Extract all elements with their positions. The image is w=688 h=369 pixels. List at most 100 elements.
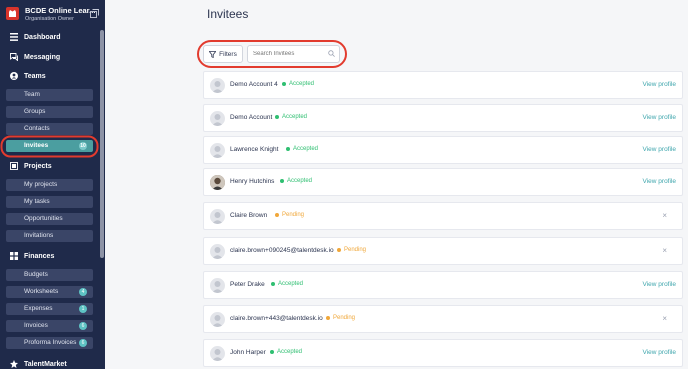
sidebar-item-worksheets[interactable]: Worksheets 4 [6, 286, 93, 298]
search-icon[interactable] [328, 50, 335, 57]
search-input[interactable] [247, 45, 340, 63]
sidebar-item-label: Opportunities [24, 215, 63, 222]
sidebar-item-label: Budgets [24, 271, 48, 278]
nav-messaging-label: Messaging [24, 53, 61, 61]
sidebar-item-team[interactable]: Team [6, 89, 93, 101]
status-badge: Pending [326, 315, 355, 321]
filter-icon [209, 50, 217, 58]
avatar [210, 346, 225, 361]
invitee-row: Henry Hutchins Accepted View profile [203, 168, 683, 196]
sidebar-item-label: Proforma Invoices [24, 339, 77, 346]
sidebar-item-my-projects[interactable]: My projects [6, 179, 93, 191]
page-title: Invitees [207, 7, 249, 21]
sidebar-item-proforma-invoices[interactable]: Proforma Invoices 6 [6, 337, 93, 349]
status-badge: Accepted [271, 281, 303, 287]
invitee-row: Demo Account 4 Accepted View profile [203, 71, 683, 99]
invitee-row: Lawrence Knight Accepted View profile [203, 136, 683, 164]
nav-projects[interactable]: Projects [10, 162, 52, 170]
status-badge: Accepted [270, 349, 302, 355]
sidebar-item-groups[interactable]: Groups [6, 106, 93, 118]
nav-teams[interactable]: Teams [10, 72, 46, 80]
avatar [210, 209, 225, 224]
nav-talentmarket[interactable]: TalentMarket [10, 360, 67, 368]
count-badge: 6 [79, 339, 87, 347]
status-badge: Accepted [280, 178, 312, 184]
nav-teams-label: Teams [24, 72, 46, 80]
nav-projects-label: Projects [24, 162, 52, 170]
invitee-name: Peter Drake [230, 281, 265, 288]
status-badge: Pending [337, 247, 366, 253]
avatar [210, 312, 225, 327]
status-badge: Pending [275, 212, 304, 218]
avatar [210, 111, 225, 126]
sidebar-item-my-tasks[interactable]: My tasks [6, 196, 93, 208]
filters-label: Filters [219, 50, 237, 58]
view-profile-link[interactable]: View profile [643, 349, 676, 356]
org-name: BCDE Online Lear... [25, 6, 96, 15]
sidebar-item-label: Worksheets [24, 288, 59, 295]
view-profile-link[interactable]: View profile [643, 146, 676, 153]
avatar [210, 175, 225, 190]
sidebar-item-label: Invoices [24, 322, 48, 329]
avatar [210, 244, 225, 259]
invitee-name: claire.brown+443@talentdesk.io [230, 315, 323, 322]
status-badge: Accepted [275, 114, 307, 120]
invitee-name: Demo Account [230, 114, 273, 121]
projects-icon [10, 162, 18, 170]
chat-icon [10, 53, 18, 61]
invitee-name: Lawrence Knight [230, 146, 279, 153]
avatar [210, 78, 225, 93]
count-badge: 1 [79, 305, 87, 313]
view-profile-link[interactable]: View profile [643, 178, 676, 185]
nav-dashboard-label: Dashboard [24, 33, 61, 41]
sidebar-item-budgets[interactable]: Budgets [6, 269, 93, 281]
view-profile-link[interactable]: View profile [643, 281, 676, 288]
sidebar-item-label: Contacts [24, 125, 50, 132]
cancel-invite-button[interactable]: × [662, 314, 667, 323]
sidebar: BCDE Online Lear... Organisation Owner D… [0, 0, 105, 369]
count-badge: 6 [79, 322, 87, 330]
invitee-row: Demo Account Accepted View profile [203, 104, 683, 132]
nav-finances[interactable]: Finances [10, 252, 54, 260]
invitee-name: Claire Brown [230, 212, 268, 219]
sidebar-item-label: Groups [24, 108, 46, 115]
sidebar-item-invitations[interactable]: Invitations [6, 230, 93, 242]
sidebar-item-invoices[interactable]: Invoices 6 [6, 320, 93, 332]
org-role: Organisation Owner [25, 16, 74, 22]
org-switcher[interactable]: BCDE Online Lear... Organisation Owner [0, 0, 105, 28]
talentmarket-icon [10, 360, 18, 368]
invitee-row: John Harper Accepted View profile [203, 339, 683, 367]
finances-icon [10, 252, 18, 260]
nav-finances-label: Finances [24, 252, 55, 260]
status-badge: Accepted [282, 81, 314, 87]
sidebar-item-label: Team [24, 91, 40, 98]
sidebar-item-label: Invitations [24, 232, 54, 239]
sidebar-scrollbar[interactable] [100, 30, 104, 258]
view-profile-link[interactable]: View profile [643, 114, 676, 121]
user-circle-icon [10, 72, 18, 80]
count-badge: 4 [79, 288, 87, 296]
org-logo [6, 7, 19, 20]
sidebar-item-label: My projects [24, 181, 58, 188]
invitee-row: claire.brown+443@talentdesk.io Pending × [203, 305, 683, 333]
invitee-name: Henry Hutchins [230, 178, 275, 185]
cancel-invite-button[interactable]: × [662, 211, 667, 220]
sidebar-item-contacts[interactable]: Contacts [6, 123, 93, 135]
nav-dashboard[interactable]: Dashboard [10, 33, 61, 41]
cancel-invite-button[interactable]: × [662, 246, 667, 255]
nav-messaging[interactable]: Messaging [10, 53, 60, 61]
invitee-name: claire.brown+090245@talentdesk.io [230, 247, 334, 254]
view-profile-link[interactable]: View profile [643, 81, 676, 88]
sidebar-item-expenses[interactable]: Expenses 1 [6, 303, 93, 315]
sidebar-item-opportunities[interactable]: Opportunities [6, 213, 93, 225]
sidebar-item-label: My tasks [24, 198, 50, 205]
sidebar-item-label: Expenses [24, 305, 53, 312]
status-badge: Accepted [286, 146, 318, 152]
switch-org-icon[interactable] [90, 9, 99, 18]
dashboard-icon [10, 33, 18, 41]
invitee-row: Claire Brown Pending × [203, 202, 683, 230]
avatar [210, 143, 225, 158]
invitee-row: claire.brown+090245@talentdesk.io Pendin… [203, 237, 683, 265]
invitee-row: Peter Drake Accepted View profile [203, 271, 683, 299]
filters-button[interactable]: Filters [203, 45, 243, 63]
